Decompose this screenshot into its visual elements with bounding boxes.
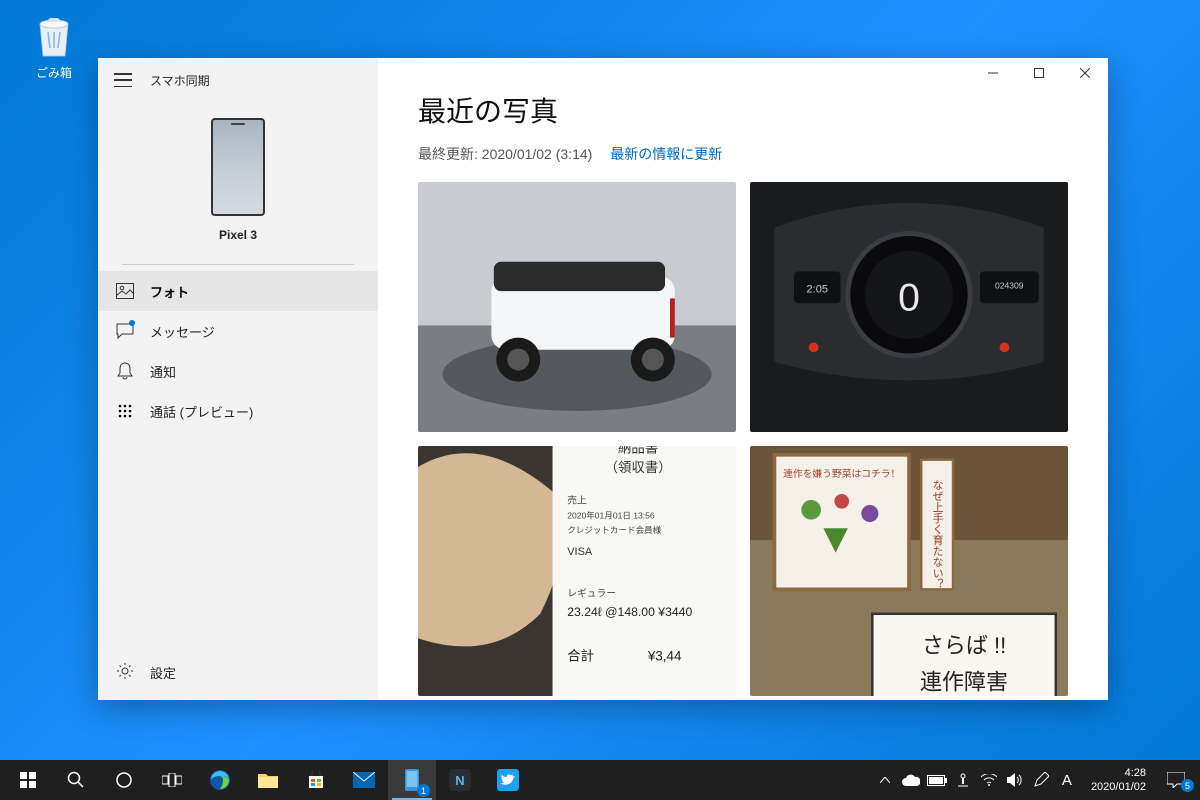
page-title: 最近の写真 [418,90,1068,130]
nav-list: フォト メッセージ 通知 通話 (プレビュー) [98,271,378,431]
svg-text:レギュラー: レギュラー [567,588,616,600]
search-button[interactable] [52,760,100,800]
svg-text:クレジットカード会員様: クレジットカード会員様 [567,524,661,535]
svg-text:納品書: 納品書 [618,446,658,455]
nav-calls[interactable]: 通話 (プレビュー) [98,391,378,431]
photo-icon [116,282,134,300]
badge: 1 [417,784,430,797]
tray-ime-indicator[interactable]: A [1057,770,1077,790]
dialpad-icon [116,402,134,420]
photo-thumb[interactable]: 納品書 （領収書） 売上 2020年01月01日 13:56 クレジットカード会… [418,446,736,696]
nav-label: メッセージ [150,322,215,341]
sidebar: スマホ同期 Pixel 3 フォト メッセージ 通知 [98,58,378,700]
svg-text:連作障害: 連作障害 [920,670,1008,695]
task-view-button[interactable] [148,760,196,800]
start-button[interactable] [4,760,52,800]
clock-time: 4:28 [1091,766,1146,780]
tray-chevron-up-icon[interactable] [875,770,895,790]
minimize-button[interactable] [970,58,1016,88]
svg-text:23.24ℓ @148.00 ¥3440: 23.24ℓ @148.00 ¥3440 [567,605,692,619]
tray-dictation-icon[interactable] [953,770,973,790]
tray-pen-icon[interactable] [1031,770,1051,790]
nav-label: フォト [150,282,189,301]
svg-text:なぜ上手く育たない？: なぜ上手く育たない？ [931,479,944,589]
taskbar-store[interactable] [292,760,340,800]
close-button[interactable] [1062,58,1108,88]
svg-text:N: N [455,773,464,788]
taskbar-explorer[interactable] [244,760,292,800]
svg-text:024309: 024309 [995,281,1024,291]
tray-onedrive-icon[interactable] [901,770,921,790]
photo-thumb[interactable]: 連作を嫌う野菜はコチラ！ なぜ上手く育たない？ さらば !! 連作障害 [750,446,1068,696]
maximize-button[interactable] [1016,58,1062,88]
svg-text:（領収書）: （領収書） [605,459,672,475]
svg-text:0: 0 [898,277,920,320]
svg-text:2:05: 2:05 [807,283,828,295]
tray-wifi-icon[interactable] [979,770,999,790]
nav-settings[interactable]: 設定 [98,652,378,692]
taskbar-your-phone[interactable]: 1 [388,760,436,800]
photo-thumb[interactable]: 0 2:05 024309 [750,182,1068,432]
photo-grid: 0 2:05 024309 納品書 （領収 [418,182,1068,696]
sidebar-bottom: 設定 [98,652,378,700]
svg-text:2020年01月01日 13:56: 2020年01月01日 13:56 [567,509,655,520]
svg-text:VISA: VISA [567,546,593,558]
desktop-icon-recycle-bin[interactable]: ごみ箱 [24,12,84,81]
unread-dot [129,320,135,326]
refresh-link[interactable]: 最新の情報に更新 [610,146,722,162]
svg-text:さらば !!: さらば !! [922,633,1006,658]
nav-photos[interactable]: フォト [98,271,378,311]
tray-battery-icon[interactable] [927,770,947,790]
clock-date: 2020/01/02 [1091,780,1146,794]
taskbar: 1 N A 4:28 2020/01/02 5 [0,760,1200,800]
photo-thumb[interactable] [418,182,736,432]
taskbar-clock[interactable]: 4:28 2020/01/02 [1083,766,1154,795]
taskbar-edge[interactable] [196,760,244,800]
notif-badge: 5 [1181,779,1194,792]
nav-label: 設定 [150,663,176,682]
tray-action-center[interactable]: 5 [1160,770,1192,790]
svg-text:合計 ¥3,44: 合計 ¥3,44 [567,648,682,663]
system-tray: A 4:28 2020/01/02 5 [875,766,1196,795]
recycle-bin-label: ごみ箱 [36,66,72,80]
main-content: 最近の写真 最終更新: 2020/01/02 (3:14) 最新の情報に更新 [378,58,1108,700]
nav-label: 通話 (プレビュー) [150,402,253,421]
divider [122,264,354,265]
tray-volume-icon[interactable] [1005,770,1025,790]
taskbar-mail[interactable] [340,760,388,800]
device-name: Pixel 3 [98,228,378,242]
bell-icon [116,362,134,380]
cortana-button[interactable] [100,760,148,800]
svg-text:売上: 売上 [567,494,587,507]
taskbar-app-n[interactable]: N [436,760,484,800]
app-title: スマホ同期 [150,72,210,89]
nav-notifications[interactable]: 通知 [98,351,378,391]
nav-messages[interactable]: メッセージ [98,311,378,351]
phone-icon [211,118,265,216]
svg-text:連作を嫌う野菜はコチラ！: 連作を嫌う野菜はコチラ！ [783,467,900,480]
gear-icon [116,662,134,683]
taskbar-twitter[interactable] [484,760,532,800]
hamburger-button[interactable] [114,73,132,87]
device-preview: Pixel 3 [98,102,378,256]
your-phone-window: スマホ同期 Pixel 3 フォト メッセージ 通知 [98,58,1108,700]
nav-label: 通知 [150,362,176,381]
last-updated: 最終更新: 2020/01/02 (3:14) [418,146,592,162]
window-controls [970,58,1108,88]
recycle-bin-icon [32,12,76,60]
